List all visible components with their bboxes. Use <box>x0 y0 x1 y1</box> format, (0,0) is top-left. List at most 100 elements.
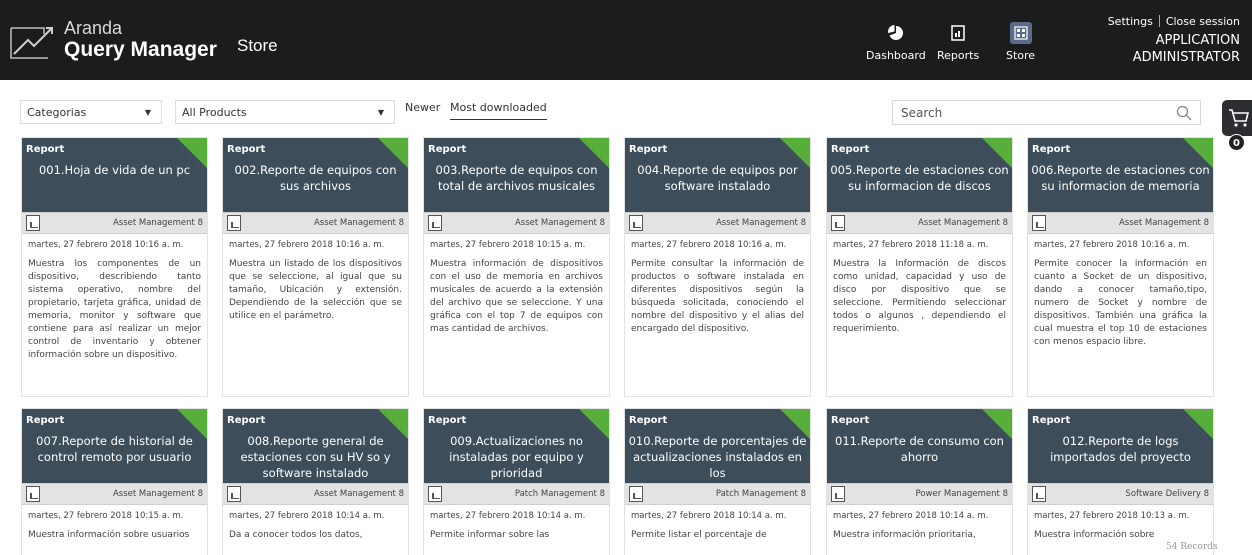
card-product: Asset Management 8 <box>112 218 203 228</box>
product-select[interactable]: All Products ▼ <box>175 100 395 124</box>
settings-link[interactable]: Settings <box>1108 15 1153 28</box>
card-header: Report 005.Reporte de estaciones con su i… <box>827 138 1012 212</box>
report-icon <box>629 215 643 231</box>
user-name-line2: ADMINISTRATOR <box>1132 50 1240 65</box>
report-card[interactable]: Report 011.Reporte de consumo con ahorro P… <box>826 408 1013 555</box>
card-title[interactable]: 005.Reporte de estaciones con su informa… <box>829 162 1010 194</box>
report-card[interactable]: Report 012.Reporte de logs importados del… <box>1027 408 1214 555</box>
card-meta: Asset Management 8 <box>22 483 207 505</box>
report-card[interactable]: Report 002.Reporte de equipos con sus arc… <box>222 137 409 397</box>
card-title[interactable]: 001.Hoja de vida de un pc <box>24 162 205 178</box>
card-product: Asset Management 8 <box>313 218 404 228</box>
card-meta: Asset Management 8 <box>827 212 1012 234</box>
card-header: Report 011.Reporte de consumo con ahorro <box>827 409 1012 483</box>
card-product: Asset Management 8 <box>112 489 203 499</box>
top-bar: Aranda Query Manager Store Dashboard Rep… <box>0 0 1252 80</box>
card-title[interactable]: 008.Reporte general de estaciones con su… <box>225 433 406 481</box>
report-card[interactable]: Report 008.Reporte general de estaciones … <box>222 408 409 555</box>
card-date: martes, 27 febrero 2018 10:15 a. m. <box>430 240 586 250</box>
sort-most-downloaded[interactable]: Most downloaded <box>450 101 547 120</box>
report-icon <box>951 25 965 41</box>
card-description: Muestra información de dispositivos con … <box>430 259 603 334</box>
card-description: Muestra los componentes de un dispositiv… <box>28 259 201 360</box>
nav-store[interactable]: Store <box>1006 22 1035 62</box>
card-type: Report <box>629 144 668 155</box>
card-product: Asset Management 8 <box>514 218 605 228</box>
card-header: Report 008.Reporte general de estaciones … <box>223 409 408 483</box>
card-product: Patch Management 8 <box>715 489 806 499</box>
report-icon <box>1032 215 1046 231</box>
search-icon[interactable] <box>1176 105 1192 121</box>
nav-reports[interactable]: Reports <box>937 25 979 62</box>
card-description: Permite informar sobre las <box>430 530 550 540</box>
card-product: Asset Management 8 <box>1118 218 1209 228</box>
card-product: Software Delivery 8 <box>1125 489 1209 499</box>
card-type: Report <box>831 144 870 155</box>
product-select-value: All Products <box>182 106 247 119</box>
card-description: Permite listar el porcentaje de <box>631 530 767 540</box>
report-icon <box>831 215 845 231</box>
card-title[interactable]: 011.Reporte de consumo con ahorro <box>829 433 1010 465</box>
cart-button[interactable] <box>1222 100 1252 136</box>
card-meta: Power Management 8 <box>827 483 1012 505</box>
aranda-logo-icon <box>10 27 53 59</box>
card-meta: Asset Management 8 <box>22 212 207 234</box>
card-date: martes, 27 febrero 2018 10:16 a. m. <box>631 240 787 250</box>
pie-chart-icon <box>887 25 903 40</box>
report-card[interactable]: Report 005.Reporte de estaciones con su i… <box>826 137 1013 397</box>
report-card[interactable]: Report 007.Reporte de historial de contro… <box>21 408 208 555</box>
card-meta: Asset Management 8 <box>625 212 810 234</box>
card-description: Muestra la Información de discos como un… <box>833 259 1006 334</box>
report-card[interactable]: Report 009.Actualizaciones no instaladas … <box>423 408 610 555</box>
card-title[interactable]: 006.Reporte de estaciones con su informa… <box>1030 162 1211 194</box>
report-card[interactable]: Report 004.Reporte de equipos por softwar… <box>624 137 811 397</box>
user-links: Settings Close session <box>1108 15 1240 28</box>
card-header: Report 001.Hoja de vida de un pc <box>22 138 207 212</box>
card-date: martes, 27 febrero 2018 10:16 a. m. <box>28 240 184 250</box>
cart-count-badge: 0 <box>1228 134 1245 151</box>
search-input[interactable]: Search <box>892 100 1201 125</box>
card-meta: Patch Management 8 <box>424 483 609 505</box>
card-description: Muestra información sobre usuarios <box>28 530 190 540</box>
report-icon <box>428 215 442 231</box>
card-description: Muestra un listado de los dispositivos q… <box>229 259 402 321</box>
brand-name: Query Manager <box>64 38 217 61</box>
card-date: martes, 27 febrero 2018 11:18 a. m. <box>833 240 989 250</box>
card-header: Report 006.Reporte de estaciones con su i… <box>1028 138 1213 212</box>
report-card[interactable]: Report 003.Reporte de equipos con total d… <box>423 137 610 397</box>
user-name[interactable]: APPLICATION ADMINISTRATOR <box>1133 32 1240 66</box>
card-title[interactable]: 004.Reporte de equipos por software inst… <box>627 162 808 194</box>
report-icon <box>428 486 442 502</box>
card-date: martes, 27 febrero 2018 10:14 a. m. <box>430 511 586 521</box>
records-count: 54 Records <box>1166 542 1218 552</box>
card-title[interactable]: 007.Reporte de historial de control remo… <box>24 433 205 465</box>
report-icon <box>26 486 40 502</box>
card-date: martes, 27 febrero 2018 10:13 a. m. <box>1034 511 1190 521</box>
report-card[interactable]: Report 010.Reporte de porcentajes de actu… <box>624 408 811 555</box>
nav-reports-label: Reports <box>937 49 980 62</box>
report-icon <box>629 486 643 502</box>
card-title[interactable]: 002.Reporte de equipos con sus archivos <box>225 162 406 194</box>
card-meta: Asset Management 8 <box>223 483 408 505</box>
close-session-link[interactable]: Close session <box>1166 15 1240 28</box>
card-date: martes, 27 febrero 2018 10:14 a. m. <box>229 511 385 521</box>
sort-newer[interactable]: Newer <box>405 101 440 114</box>
card-product: Patch Management 8 <box>514 489 605 499</box>
card-meta: Asset Management 8 <box>424 212 609 234</box>
card-title[interactable]: 009.Actualizaciones no instaladas por eq… <box>426 433 607 481</box>
nav-dashboard[interactable]: Dashboard <box>866 25 926 62</box>
card-product: Asset Management 8 <box>313 489 404 499</box>
category-select-value: Categorias <box>27 106 87 119</box>
card-type: Report <box>428 144 467 155</box>
brand-name-small: Aranda <box>64 18 123 38</box>
category-select[interactable]: Categorias ▼ <box>20 100 162 124</box>
card-title[interactable]: 012.Reporte de logs importados del proye… <box>1030 433 1211 465</box>
card-header: Report 003.Reporte de equipos con total d… <box>424 138 609 212</box>
card-meta: Asset Management 8 <box>1028 212 1213 234</box>
card-header: Report 010.Reporte de porcentajes de actu… <box>625 409 810 483</box>
report-card[interactable]: Report 001.Hoja de vida de un pc Asset Man… <box>21 137 208 397</box>
report-card[interactable]: Report 006.Reporte de estaciones con su i… <box>1027 137 1214 397</box>
card-title[interactable]: 003.Reporte de equipos con total de arch… <box>426 162 607 194</box>
search-placeholder: Search <box>901 106 943 120</box>
card-title[interactable]: 010.Reporte de porcentajes de actualizac… <box>627 433 808 481</box>
